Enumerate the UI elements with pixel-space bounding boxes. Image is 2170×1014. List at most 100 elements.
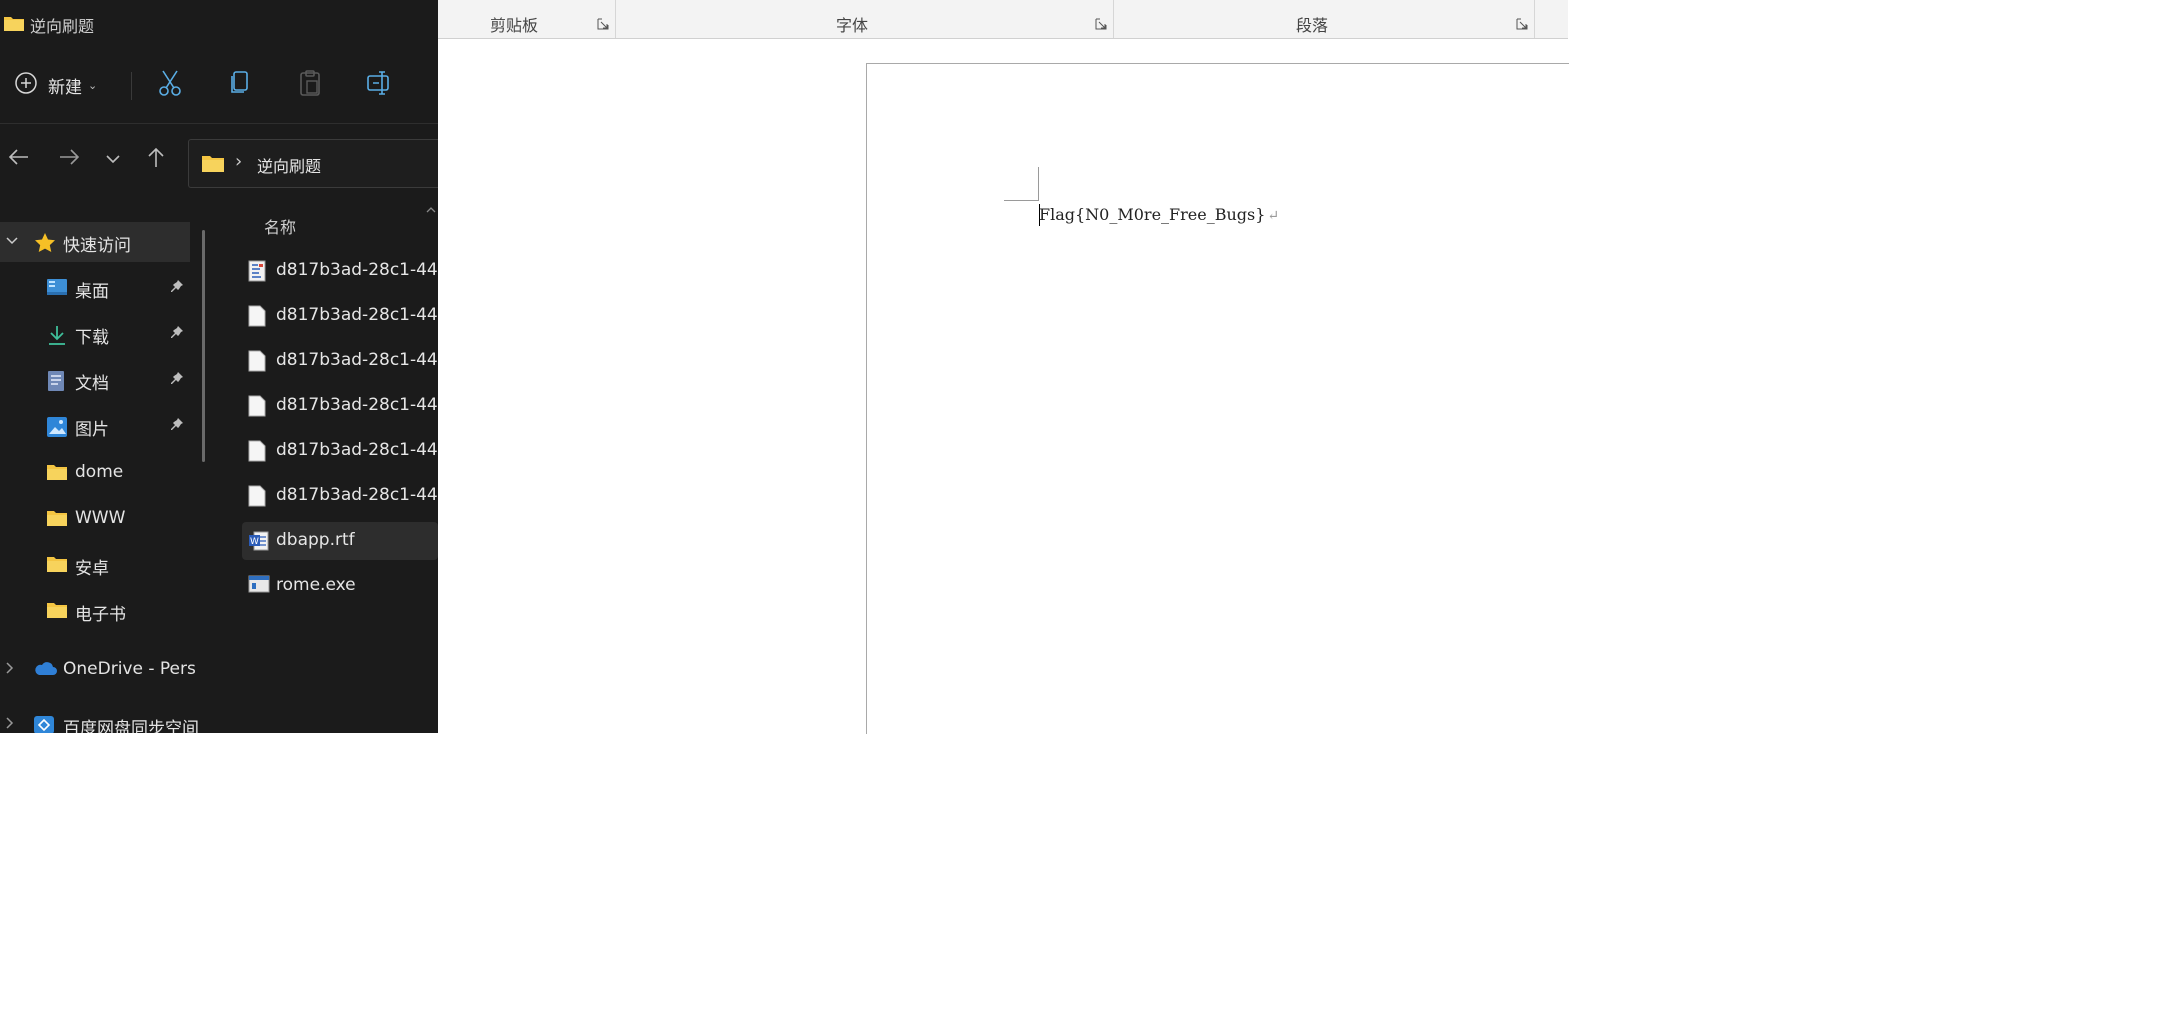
chevron-right-icon (6, 717, 14, 732)
chevron-down-icon[interactable] (106, 152, 120, 168)
nav-item-label: dome (75, 462, 124, 482)
pin-icon[interactable] (170, 279, 184, 297)
ribbon-group-paragraph: 段落 (1114, 0, 1535, 38)
star-icon (34, 232, 56, 256)
dialog-launcher-icon[interactable] (1516, 18, 1528, 33)
nav-item-label: 图片 (75, 420, 109, 440)
paragraph-mark: ↵ (1267, 208, 1280, 224)
cut-button[interactable] (150, 58, 190, 112)
folder-icon (46, 509, 68, 531)
nav-item-label: 安卓 (75, 559, 109, 579)
desktop-icon (46, 278, 68, 300)
blank-file-icon (248, 395, 266, 421)
rename-icon (366, 70, 394, 100)
copy-button[interactable] (220, 58, 260, 112)
file-row[interactable]: d817b3ad-28c1-443 (242, 252, 438, 290)
nav-item-label: WWW (75, 508, 126, 528)
cloud-icon (33, 660, 57, 680)
folder-icon (46, 555, 68, 577)
nav-item-label: 电子书 (75, 605, 126, 625)
folder-icon (201, 153, 225, 177)
baidu-netdisk-icon (33, 715, 55, 733)
breadcrumb-current[interactable]: 逆向刷题 (257, 153, 321, 177)
new-button[interactable]: 新建 ⌄ (14, 58, 114, 112)
file-row[interactable]: d817b3ad-28c1-443 (242, 387, 438, 425)
folder-icon (46, 601, 68, 623)
document-page[interactable] (866, 63, 1569, 734)
pin-icon[interactable] (170, 371, 184, 389)
nav-item-pictures[interactable]: 图片 (0, 406, 190, 446)
file-row[interactable]: rome.exe (242, 567, 438, 605)
plus-circle-icon (14, 71, 38, 99)
blank-file-icon (248, 305, 266, 331)
sort-up-icon (426, 202, 436, 216)
navigation-pane: 快速访问 桌面 下载 文档 图片 dome WWW 安卓 电子书 OneDriv… (0, 220, 205, 733)
nav-item-desktop[interactable]: 桌面 (0, 268, 190, 308)
chevron-down-icon: ⌄ (88, 78, 98, 92)
paste-button[interactable] (290, 58, 330, 112)
explorer-titlebar: 逆向刷题 (0, 0, 438, 46)
folder-icon (46, 463, 68, 485)
blank-file-icon (248, 350, 266, 376)
nav-item-label: 文档 (75, 374, 109, 394)
back-arrow-icon[interactable] (8, 146, 30, 174)
nav-item-downloads[interactable]: 下载 (0, 314, 190, 354)
file-row[interactable]: d817b3ad-28c1-443 (242, 297, 438, 335)
pictures-icon (46, 416, 68, 442)
document-body-text[interactable]: Flag{N0_M0re_Free_Bugs} ↵ (1039, 205, 1279, 224)
chevron-down-icon (6, 234, 18, 248)
navigation-bar: › 逆向刷题 (0, 138, 438, 188)
file-name: d817b3ad-28c1-443 (276, 485, 438, 505)
ribbon-group-label: 剪贴板 (490, 16, 539, 35)
folder-icon (3, 14, 25, 36)
up-arrow-icon[interactable] (146, 146, 166, 174)
margin-corner-mark (1038, 167, 1039, 201)
dialog-launcher-icon[interactable] (597, 18, 609, 33)
download-icon (46, 324, 68, 350)
file-row[interactable]: d817b3ad-28c1-443 (242, 432, 438, 470)
svg-text:W: W (250, 537, 259, 547)
word-doc-icon: W (248, 530, 270, 556)
copy-icon (228, 70, 252, 100)
nav-item-android[interactable]: 安卓 (0, 545, 190, 585)
flag-text: Flag{N0_M0re_Free_Bugs} (1039, 205, 1266, 224)
nav-item-ebooks[interactable]: 电子书 (0, 591, 190, 631)
file-explorer-window: 逆向刷题 新建 ⌄ › 逆向刷题 快速访问 桌面 下载 文档 图片 dome W… (0, 0, 438, 733)
dialog-launcher-icon[interactable] (1095, 18, 1107, 33)
scissors-icon (157, 69, 183, 101)
file-row[interactable]: d817b3ad-28c1-443 (242, 342, 438, 380)
forward-arrow-icon[interactable] (58, 146, 80, 174)
new-button-label: 新建 (48, 77, 82, 98)
nav-item-label: 百度网盘同步空间 (63, 719, 199, 733)
clipboard-icon (298, 69, 322, 101)
exe-icon (248, 575, 270, 597)
nav-item-www[interactable]: WWW (0, 499, 190, 539)
nav-item-label: OneDrive - Pers (63, 659, 196, 679)
column-header-name[interactable]: 名称 (264, 214, 296, 238)
blank-file-icon (248, 440, 266, 466)
file-row-selected[interactable]: W dbapp.rtf (242, 522, 438, 560)
nav-item-dome[interactable]: dome (0, 453, 190, 493)
file-row[interactable]: d817b3ad-28c1-443 (242, 477, 438, 515)
nav-item-label: 快速访问 (63, 236, 131, 256)
nav-item-baidu-sync[interactable]: 百度网盘同步空间 (0, 705, 199, 733)
document-icon (46, 370, 66, 396)
explorer-toolbar: 新建 ⌄ (0, 58, 438, 114)
nav-item-documents[interactable]: 文档 (0, 360, 190, 400)
file-list: 名称 d817b3ad-28c1-443 d817b3ad-28c1-443 d… (218, 200, 438, 733)
ribbon-group-label: 字体 (836, 16, 869, 35)
rename-button[interactable] (360, 58, 400, 112)
address-bar[interactable]: › 逆向刷题 (188, 139, 438, 188)
nav-item-onedrive[interactable]: OneDrive - Pers (0, 650, 196, 690)
file-name: d817b3ad-28c1-443 (276, 395, 438, 415)
pin-icon[interactable] (170, 325, 184, 343)
pin-icon[interactable] (170, 417, 184, 435)
nav-item-quick-access[interactable]: 快速访问 (0, 222, 190, 262)
nav-item-label: 下载 (75, 328, 109, 348)
blank-file-icon (248, 485, 266, 511)
ribbon-group-font: 字体 (616, 0, 1114, 38)
file-name: d817b3ad-28c1-443 (276, 260, 438, 280)
window-title: 逆向刷题 (30, 17, 95, 36)
file-name: dbapp.rtf (276, 530, 355, 550)
file-name: d817b3ad-28c1-443 (276, 305, 438, 325)
